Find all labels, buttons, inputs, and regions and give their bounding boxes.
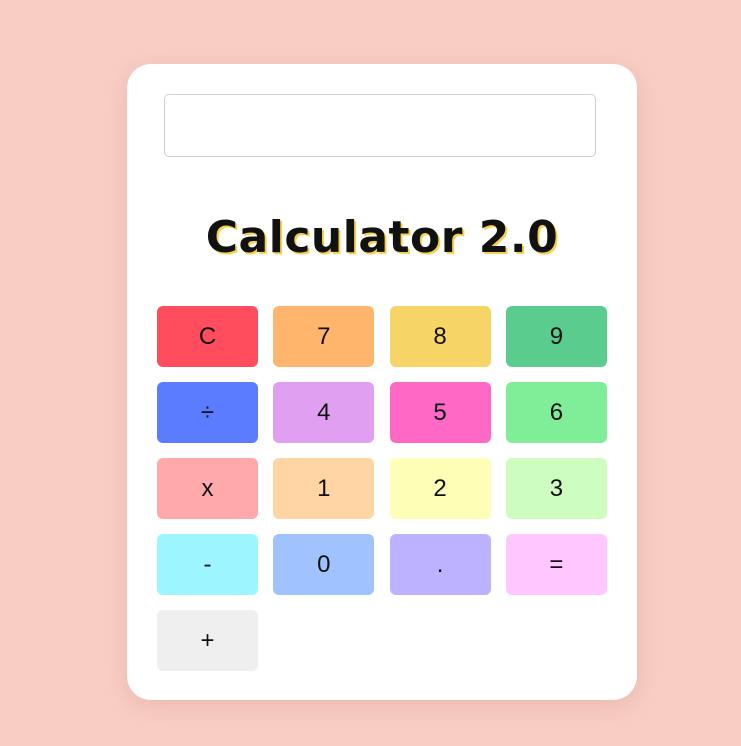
divide-button[interactable]: ÷ (157, 382, 258, 443)
digit-0-button[interactable]: 0 (273, 534, 375, 595)
digit-3-button[interactable]: 3 (505, 458, 607, 519)
digit-6-button[interactable]: 6 (505, 382, 607, 443)
equals-button[interactable]: = (505, 534, 607, 595)
digit-9-button[interactable]: 9 (505, 306, 607, 367)
digit-1-button[interactable]: 1 (273, 458, 375, 519)
calculator-display[interactable] (164, 94, 596, 157)
digit-5-button[interactable]: 5 (389, 382, 491, 443)
multiply-button[interactable]: x (157, 458, 258, 519)
subtract-button[interactable]: - (157, 534, 258, 595)
digit-2-button[interactable]: 2 (389, 458, 491, 519)
digit-4-button[interactable]: 4 (273, 382, 375, 443)
calculator-title: Calculator 2.0 (205, 212, 559, 263)
clear-button[interactable]: C (157, 306, 258, 367)
add-button[interactable]: + (157, 610, 258, 671)
digit-7-button[interactable]: 7 (273, 306, 375, 367)
calculator-card: Calculator 2.0 C 7 8 9 ÷ 4 5 6 x 1 2 3 -0. = + (127, 64, 637, 700)
digit-8-button[interactable]: 8 (389, 306, 491, 367)
decimal-button[interactable]: . (389, 534, 491, 595)
keypad: C 7 8 9 ÷ 4 5 6 x 1 2 3 -0. = + (157, 306, 607, 671)
